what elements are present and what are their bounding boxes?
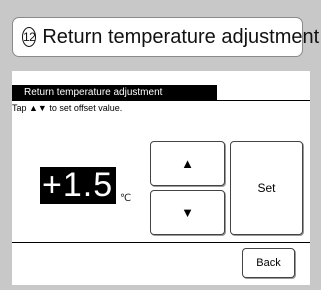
header-divider [12,100,310,101]
offset-value-display: +1.5 [40,167,117,204]
down-arrow-icon: ▼ [181,205,194,220]
footer-divider [12,242,310,243]
screen-header: Return temperature adjustment [12,85,217,100]
controller-screen: Return temperature adjustment Tap ▲▼ to … [12,71,310,285]
back-button[interactable]: Back [242,248,295,278]
screen-title: 12 Return temperature adjustment [12,17,319,57]
set-button-label: Set [257,181,276,195]
up-arrow-icon: ▲ [181,156,194,171]
step-number-badge: 12 [22,27,37,47]
back-button-label: Back [256,257,281,269]
decrease-button[interactable]: ▼ [150,190,225,235]
set-button[interactable]: Set [230,141,303,235]
screen-title-text: Return temperature adjustment [42,25,320,48]
increase-button[interactable]: ▲ [150,141,225,186]
instruction-text: Tap ▲▼ to set offset value. [12,103,123,113]
temperature-unit: ℃ [120,193,132,204]
